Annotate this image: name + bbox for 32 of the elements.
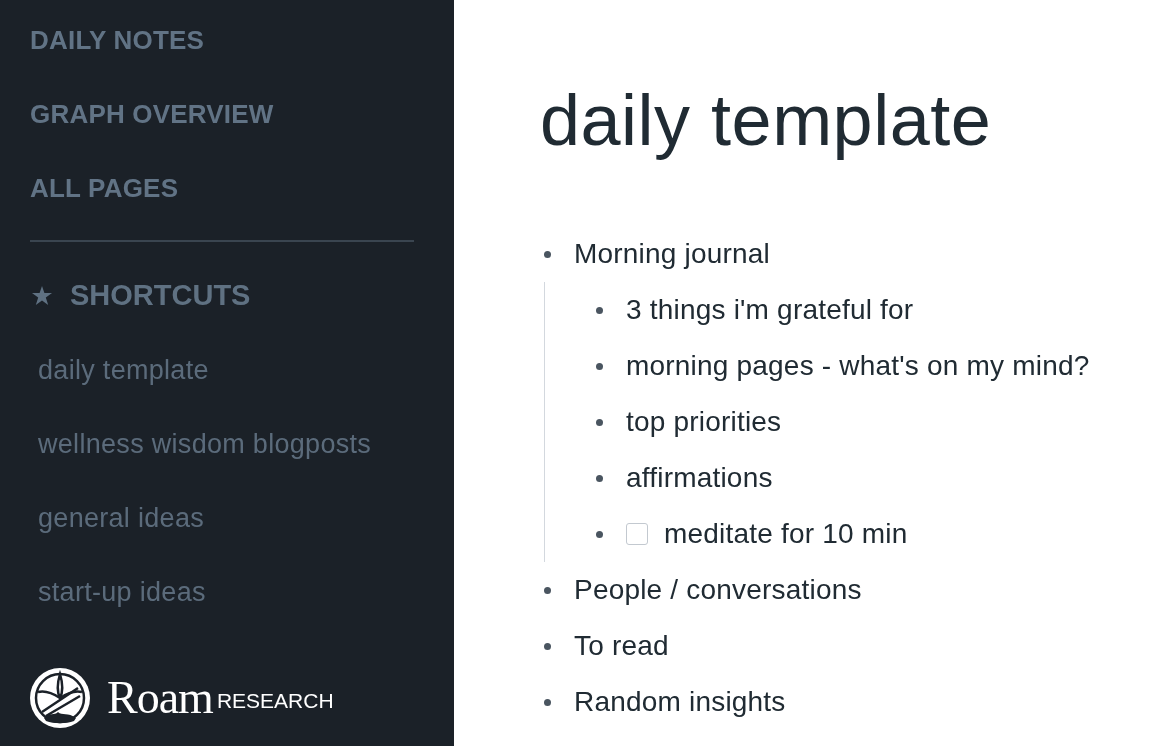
shortcuts-heading: SHORTCUTS [70,278,251,312]
block-text: top priorities [626,405,782,439]
bullet-icon[interactable] [543,250,551,258]
shortcut-link[interactable]: daily template [38,353,209,387]
bullet-icon[interactable] [595,474,603,482]
shortcut-link[interactable]: wellness wisdom blogposts [38,427,372,461]
logo-wordmark: Roam [107,671,213,725]
bullet-icon[interactable] [595,362,603,370]
star-icon [32,285,52,305]
bullet-icon[interactable] [543,642,551,650]
bullet-icon[interactable] [595,530,603,538]
block-text: People / conversations [574,573,862,607]
roam-logo-icon [30,668,90,728]
shortcut-link[interactable]: general ideas [38,501,205,535]
block-text: 3 things i'm grateful for [626,293,914,327]
block-text: morning pages - what's on my mind? [626,349,1090,383]
bullet-icon[interactable] [595,306,603,314]
bullet-icon[interactable] [543,586,551,594]
shortcut-link[interactable]: start-up ideas [38,575,206,609]
bullet-icon[interactable] [595,418,603,426]
nav-link[interactable]: ALL PAGES [30,171,179,205]
page-title: daily template [540,79,993,162]
nav-link[interactable]: GRAPH OVERVIEW [30,97,274,131]
logo-subtitle: RESEARCH [216,689,334,713]
block-text: meditate for 10 min [664,517,908,551]
checkbox[interactable] [626,523,648,545]
block-text: Morning journal [574,237,770,271]
block-text: affirmations [626,461,773,495]
bullet-icon[interactable] [543,698,551,706]
block-text: To read [574,629,669,663]
block-text: Random insights [574,685,786,719]
nav-link[interactable]: DAILY NOTES [30,23,205,57]
